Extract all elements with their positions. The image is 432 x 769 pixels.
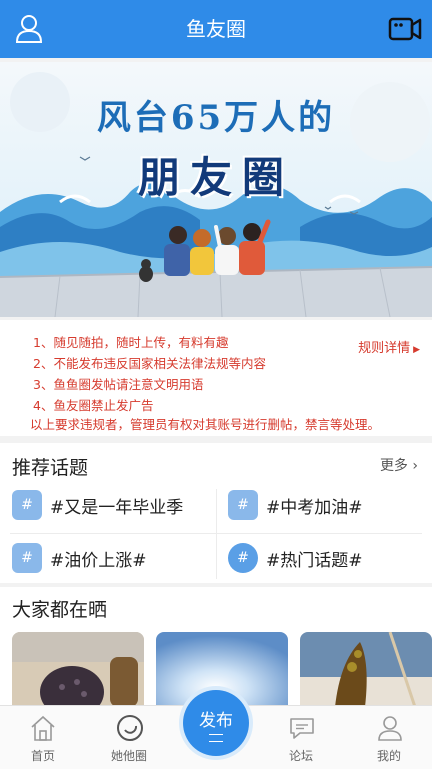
topic-label: #油价上涨# [50, 550, 147, 571]
topic-item[interactable]: # #油价上涨# [12, 540, 147, 576]
recommended-topics: 推荐话题 更多 › # #又是一年毕业季 # #中考加油# # #油价上涨# #… [0, 443, 432, 583]
more-link[interactable]: 更多 › [380, 455, 418, 475]
banner-headline: 风台65万人的 [96, 98, 336, 138]
hash-chat-icon: # [12, 543, 42, 573]
topic-label: #热门话题# [266, 550, 363, 571]
topic-item[interactable]: # #中考加油# [228, 487, 363, 523]
section-title: 大家都在晒 [12, 599, 108, 621]
rule-line: 4、鱼友圈禁止发广告 [33, 398, 154, 413]
nav-item-mine[interactable]: 我的 [346, 706, 432, 769]
person-icon [378, 716, 402, 741]
rules-detail-label: 规则详情 [358, 341, 411, 356]
play-arrow-icon: ▶ [413, 345, 420, 355]
divider [216, 489, 217, 579]
nav-label: 她他圈 [110, 749, 147, 763]
nav-label: 我的 [376, 749, 401, 763]
hash-bubble-icon: # [228, 543, 258, 573]
rule-line: 1、随见随拍，随时上传，有料有趣 [33, 335, 229, 350]
rule-line: 以上要求违规者，管理员有权对其账号进行删帖，禁言等处理。 [30, 417, 381, 432]
post-photo[interactable] [12, 632, 144, 707]
rule-line: 3、鱼鱼圈发帖请注意文明用语 [33, 377, 204, 392]
chevron-right-icon: › [412, 458, 418, 474]
video-camera-icon[interactable] [388, 14, 422, 44]
menu-lines-icon [209, 734, 223, 742]
sharing-section: 大家都在晒 [0, 587, 432, 707]
nav-item-forum[interactable]: 论坛 [258, 706, 344, 769]
section-title: 推荐话题 [12, 457, 89, 479]
chat-bubble-icon [290, 718, 314, 739]
promo-banner[interactable]: 风台65万人的 朋友圈 [0, 62, 432, 317]
rules-panel: 1、随见随拍，随时上传，有料有趣 2、不能发布违反国家相关法律法规等内容 3、鱼… [0, 320, 432, 436]
topic-item[interactable]: # #热门话题# [228, 540, 363, 576]
post-photo[interactable] [300, 632, 432, 707]
rule-line: 2、不能发布违反国家相关法律法规等内容 [33, 356, 266, 371]
banner-subheadline: 朋友圈 [137, 153, 294, 202]
nav-label: 首页 [30, 749, 55, 763]
rules-detail-link[interactable]: 规则详情 ▶ [358, 337, 420, 356]
divider [10, 533, 422, 534]
nav-label: 论坛 [288, 749, 313, 763]
nav-item-home[interactable]: 首页 [0, 706, 86, 769]
circle-icon [117, 715, 143, 741]
publish-button[interactable]: 发布 [183, 690, 249, 756]
topic-label: #又是一年毕业季 [50, 497, 184, 518]
nav-item-circle[interactable]: 她他圈 [86, 706, 172, 769]
app-header: 鱼友圈 [0, 0, 432, 58]
hash-chat-icon: # [228, 490, 258, 520]
topic-item[interactable]: # #又是一年毕业季 [12, 487, 183, 523]
topic-label: #中考加油# [266, 497, 363, 518]
page-title: 鱼友圈 [186, 17, 246, 41]
home-icon [31, 715, 55, 741]
more-label: 更多 [379, 458, 408, 474]
hash-chat-icon: # [12, 490, 42, 520]
publish-label: 发布 [199, 711, 233, 731]
